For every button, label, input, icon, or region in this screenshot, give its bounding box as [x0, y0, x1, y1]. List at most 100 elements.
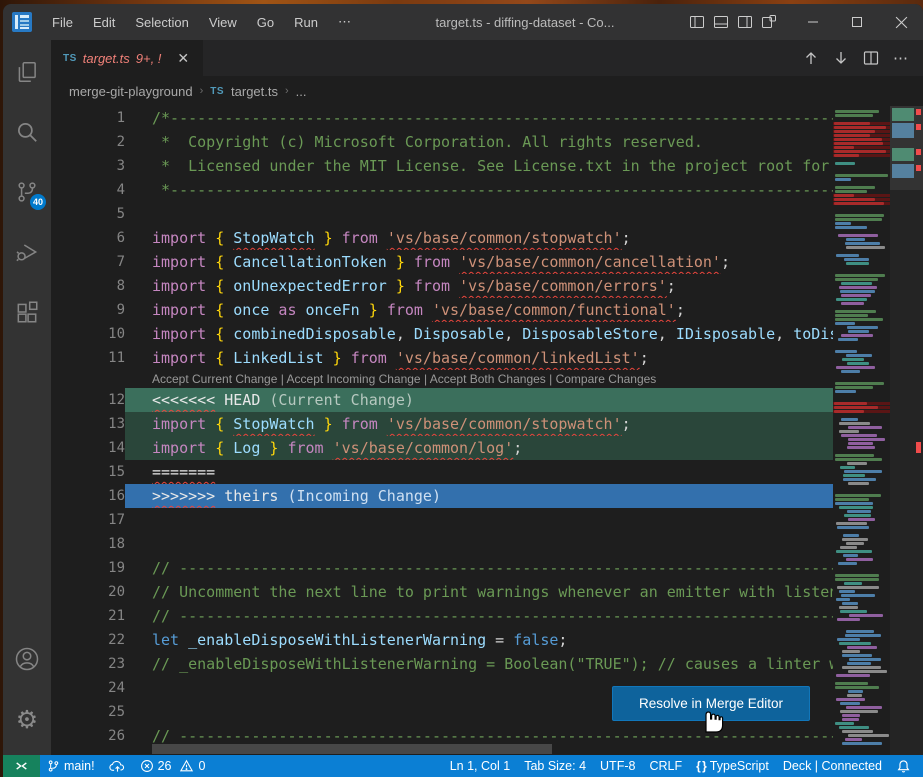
remote-connection-status[interactable]: Deck | Connected: [776, 755, 889, 777]
breadcrumb-separator: ›: [285, 85, 289, 97]
close-button[interactable]: [879, 4, 923, 40]
menu-selection[interactable]: Selection: [125, 8, 198, 36]
layout-controls: [689, 14, 777, 30]
code-line[interactable]: 16>>>>>>> theirs (Incoming Change): [51, 484, 833, 508]
toggle-sidebar-icon[interactable]: [689, 14, 705, 30]
warning-count: 0: [198, 759, 205, 773]
cursor-position[interactable]: Ln 1, Col 1: [443, 755, 517, 777]
code-line[interactable]: 15=======: [51, 460, 833, 484]
problems-status[interactable]: 26 0: [133, 755, 213, 777]
notifications-bell-icon[interactable]: [889, 755, 923, 777]
activity-bar: 40 ⚙: [3, 40, 51, 755]
code-line[interactable]: 6import { StopWatch } from 'vs/base/comm…: [51, 226, 833, 250]
breadcrumb: merge-git-playground › TS target.ts › ..…: [51, 76, 923, 106]
code-line[interactable]: 20// Uncomment the next line to print wa…: [51, 580, 833, 604]
tab-problems-badge: 9+, !: [136, 51, 162, 66]
error-mark: [916, 149, 921, 155]
toggle-secondary-sidebar-icon[interactable]: [737, 14, 753, 30]
error-mark: [916, 165, 921, 171]
scm-badge: 40: [30, 194, 46, 210]
code-line[interactable]: 12<<<<<<< HEAD (Current Change): [51, 388, 833, 412]
merge-conflict-mark: [892, 108, 914, 121]
menu-edit[interactable]: Edit: [83, 8, 125, 36]
minimap[interactable]: [833, 106, 890, 755]
code-line[interactable]: 8import { onUnexpectedError } from 'vs/b…: [51, 274, 833, 298]
code-line[interactable]: 19// -----------------------------------…: [51, 556, 833, 580]
code-line[interactable]: 14import { Log } from 'vs/base/common/lo…: [51, 436, 833, 460]
next-change-icon[interactable]: [829, 46, 853, 70]
tab-close-icon[interactable]: ✕: [173, 49, 193, 68]
overview-ruler[interactable]: [890, 106, 923, 755]
language-mode[interactable]: { } TypeScript: [689, 755, 776, 777]
window-controls: [791, 4, 923, 40]
breadcrumb-folder[interactable]: merge-git-playground: [69, 84, 193, 99]
code-line[interactable]: 21// -----------------------------------…: [51, 604, 833, 628]
resolve-in-merge-editor-button[interactable]: Resolve in Merge Editor: [612, 686, 810, 721]
extensions-icon[interactable]: [3, 288, 51, 336]
toggle-panel-icon[interactable]: [713, 14, 729, 30]
branch-name: main!: [64, 759, 95, 773]
tab-label: target.ts: [83, 51, 130, 66]
settings-gear-icon[interactable]: ⚙: [3, 695, 51, 743]
customize-layout-icon[interactable]: [761, 14, 777, 30]
merge-conflict-mark: [892, 123, 914, 138]
eol-sequence[interactable]: CRLF: [642, 755, 689, 777]
code-line[interactable]: 13import { StopWatch } from 'vs/base/com…: [51, 412, 833, 436]
code-line[interactable]: 18: [51, 532, 833, 556]
accounts-icon[interactable]: [3, 635, 51, 683]
vscode-window: FileEditSelectionViewGoRun⋯ target.ts - …: [3, 4, 923, 777]
breadcrumb-symbol[interactable]: ...: [296, 84, 307, 99]
git-branch-status[interactable]: main!: [40, 755, 102, 777]
code-line[interactable]: 9import { once as onceFn } from 'vs/base…: [51, 298, 833, 322]
previous-change-icon[interactable]: [799, 46, 823, 70]
split-editor-icon[interactable]: [859, 46, 883, 70]
code-line[interactable]: 23// _enableDisposeWithListenerWarning =…: [51, 652, 833, 676]
remote-indicator[interactable]: [3, 755, 40, 777]
code-editor[interactable]: 1/*-------------------------------------…: [51, 106, 923, 755]
code-line[interactable]: 11import { LinkedList } from 'vs/base/co…: [51, 346, 833, 370]
tab-size[interactable]: Tab Size: 4: [517, 755, 593, 777]
horizontal-scrollbar[interactable]: [152, 744, 552, 754]
code-line[interactable]: 4 *-------------------------------------…: [51, 178, 833, 202]
code-line[interactable]: 22let _enableDisposeWithListenerWarning …: [51, 628, 833, 652]
code-lines: 1/*-------------------------------------…: [51, 106, 833, 755]
code-line[interactable]: 1/*-------------------------------------…: [51, 106, 833, 130]
menu-run[interactable]: Run: [284, 8, 328, 36]
typescript-file-icon: TS: [210, 86, 224, 97]
error-mark: [916, 442, 921, 453]
menu-view[interactable]: View: [199, 8, 247, 36]
error-count: 26: [158, 759, 172, 773]
window-title: target.ts - diffing-dataset - Co...: [361, 15, 689, 30]
merge-codelens-actions[interactable]: Accept Current Change | Accept Incoming …: [125, 370, 833, 388]
title-bar: FileEditSelectionViewGoRun⋯ target.ts - …: [3, 4, 923, 40]
menu-go[interactable]: Go: [247, 8, 284, 36]
braces-icon: { }: [696, 759, 706, 773]
breadcrumb-file[interactable]: target.ts: [231, 84, 278, 99]
code-line[interactable]: 10import { combinedDisposable, Disposabl…: [51, 322, 833, 346]
typescript-file-icon: TS: [63, 53, 77, 64]
more-actions-icon[interactable]: ⋯: [889, 46, 913, 70]
editor-actions: ⋯: [799, 40, 923, 76]
code-line[interactable]: 3 * Licensed under the MIT License. See …: [51, 154, 833, 178]
minimize-button[interactable]: [791, 4, 835, 40]
encoding[interactable]: UTF-8: [593, 755, 642, 777]
menu-file[interactable]: File: [42, 8, 83, 36]
menu-bar: FileEditSelectionViewGoRun⋯: [42, 8, 361, 36]
merge-conflict-mark: [892, 148, 914, 161]
search-icon[interactable]: [3, 108, 51, 156]
tab-bar: TS target.ts 9+, ! ✕ ⋯: [51, 40, 923, 76]
run-debug-icon[interactable]: [3, 228, 51, 276]
merge-conflict-mark: [892, 164, 914, 178]
code-line[interactable]: 7import { CancellationToken } from 'vs/b…: [51, 250, 833, 274]
code-line[interactable]: 5: [51, 202, 833, 226]
code-line[interactable]: 2 * Copyright (c) Microsoft Corporation.…: [51, 130, 833, 154]
tab-target-ts[interactable]: TS target.ts 9+, ! ✕: [51, 40, 204, 76]
menu-⋯[interactable]: ⋯: [328, 8, 361, 36]
maximize-button[interactable]: [835, 4, 879, 40]
code-line[interactable]: 17: [51, 508, 833, 532]
sync-changes-button[interactable]: [102, 755, 133, 777]
vscode-logo-icon[interactable]: [12, 12, 32, 32]
status-bar: main! 26 0 Ln 1, Col 1 Tab Size: 4 UTF-8…: [3, 755, 923, 777]
explorer-icon[interactable]: [3, 48, 51, 96]
source-control-icon[interactable]: 40: [3, 168, 51, 216]
